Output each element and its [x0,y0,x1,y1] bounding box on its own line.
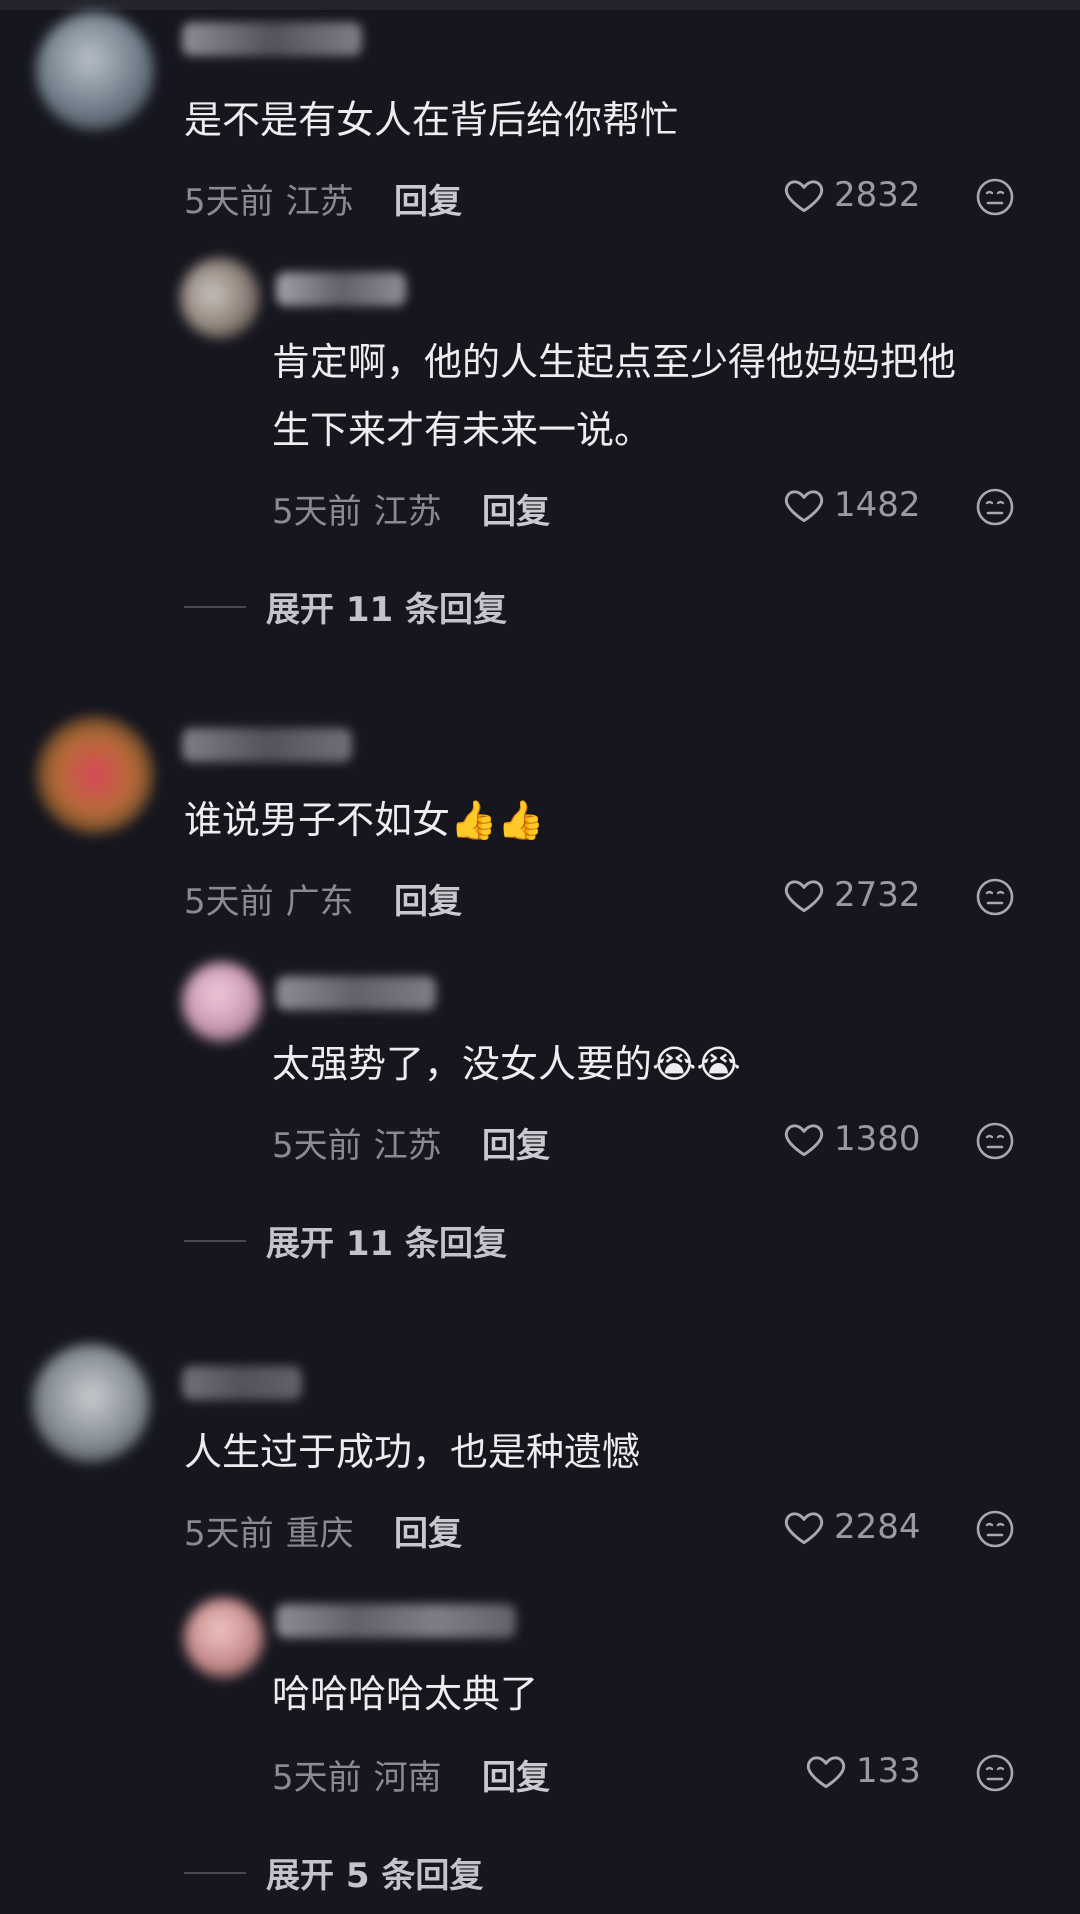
like-button[interactable]: 133 [804,1749,921,1793]
neutral-face-icon[interactable] [975,877,1015,917]
reply-button[interactable]: 回复 [482,1750,550,1799]
expand-replies-label: 展开 11 条回复 [266,1224,507,1264]
reply-text-line-1: 肯定啊，他的人生起点至少得他妈妈把他 [272,340,957,384]
like-button[interactable]: 1482 [782,483,921,527]
reply-button[interactable]: 回复 [394,174,462,223]
like-count: 1482 [834,485,921,525]
reply-username-blurred[interactable] [276,976,436,1010]
reply-text: 哈哈哈哈太典了 [272,1672,539,1716]
comment-text: 是不是有女人在背后给你帮忙 [184,98,679,142]
comment-text: 人生过于成功，也是种遗憾 [184,1430,641,1474]
thumbs-up-emoji: 👍👍 [450,798,545,842]
reply-location: 江苏 [373,492,442,532]
neutral-face-icon[interactable] [975,177,1015,217]
like-button[interactable]: 2832 [782,173,921,217]
reply-meta: 5天前 江苏 [272,484,442,533]
reply-username-blurred[interactable] [276,272,406,306]
neutral-face-icon[interactable] [975,1753,1015,1793]
avatar[interactable] [32,1344,150,1462]
like-button[interactable]: 2284 [782,1505,921,1549]
heart-outline-icon [784,880,824,913]
like-count: 2832 [834,175,921,215]
avatar[interactable] [36,716,154,834]
reply-meta: 5天前 江苏 [272,1118,442,1167]
reply-text-line-2: 生下来才有未来一说。 [272,408,653,452]
avatar[interactable] [36,12,154,130]
top-divider [0,0,1080,10]
comment-meta: 5天前 江苏 [184,174,354,223]
neutral-face-icon[interactable] [975,487,1015,527]
reply-time: 5天前 [272,492,362,532]
reply-button[interactable]: 回复 [482,484,550,533]
divider [184,1239,246,1242]
like-count: 133 [856,1751,921,1791]
neutral-face-icon[interactable] [975,1509,1015,1549]
expand-replies-label: 展开 5 条回复 [266,1856,484,1896]
divider [184,1871,246,1874]
reply-avatar[interactable] [184,1598,264,1678]
expand-replies-label: 展开 11 条回复 [266,590,507,630]
username-blurred[interactable] [182,22,362,56]
reply-location: 河南 [373,1758,442,1798]
reply-location: 江苏 [373,1126,442,1166]
reply-avatar[interactable] [180,258,260,338]
comment-location: 江苏 [285,182,354,222]
expand-replies-button[interactable]: 展开 11 条回复 [184,1216,507,1265]
like-button[interactable]: 1380 [782,1117,921,1161]
reply-button[interactable]: 回复 [482,1118,550,1167]
comment-location: 重庆 [285,1514,354,1554]
comment-text-body: 谁说男子不如女 [184,798,451,842]
comment-meta: 5天前 重庆 [184,1506,354,1555]
username-blurred[interactable] [182,1366,302,1400]
comment-meta: 5天前 广东 [184,874,354,923]
reply-button[interactable]: 回复 [394,874,462,923]
heart-outline-icon [784,1512,824,1545]
reply-text: 太强势了，没女人要的😭😭 [272,1030,741,1098]
like-count: 1380 [834,1119,921,1159]
reply-meta: 5天前 河南 [272,1750,442,1799]
divider [184,605,246,608]
like-count: 2284 [834,1507,921,1547]
heart-outline-icon [784,490,824,523]
heart-outline-icon [806,1756,846,1789]
heart-outline-icon [784,1124,824,1157]
reply-button[interactable]: 回复 [394,1506,462,1555]
expand-replies-button[interactable]: 展开 5 条回复 [184,1848,483,1897]
reply-username-blurred[interactable] [276,1604,516,1638]
username-blurred[interactable] [182,728,352,762]
heart-outline-icon [784,180,824,213]
comment-time: 5天前 [184,182,274,222]
expand-replies-button[interactable]: 展开 11 条回复 [184,582,507,631]
comment-text: 谁说男子不如女👍👍 [184,786,545,854]
comment-time: 5天前 [184,1514,274,1554]
like-button[interactable]: 2732 [782,873,921,917]
comment-time: 5天前 [184,882,274,922]
reply-time: 5天前 [272,1126,362,1166]
comment-location: 广东 [285,882,354,922]
crying-emoji: 😭😭 [652,1042,741,1086]
reply-avatar[interactable] [182,962,262,1042]
reply-text-body: 太强势了，没女人要的 [272,1042,653,1086]
reply-time: 5天前 [272,1758,362,1798]
neutral-face-icon[interactable] [975,1121,1015,1161]
like-count: 2732 [834,875,921,915]
